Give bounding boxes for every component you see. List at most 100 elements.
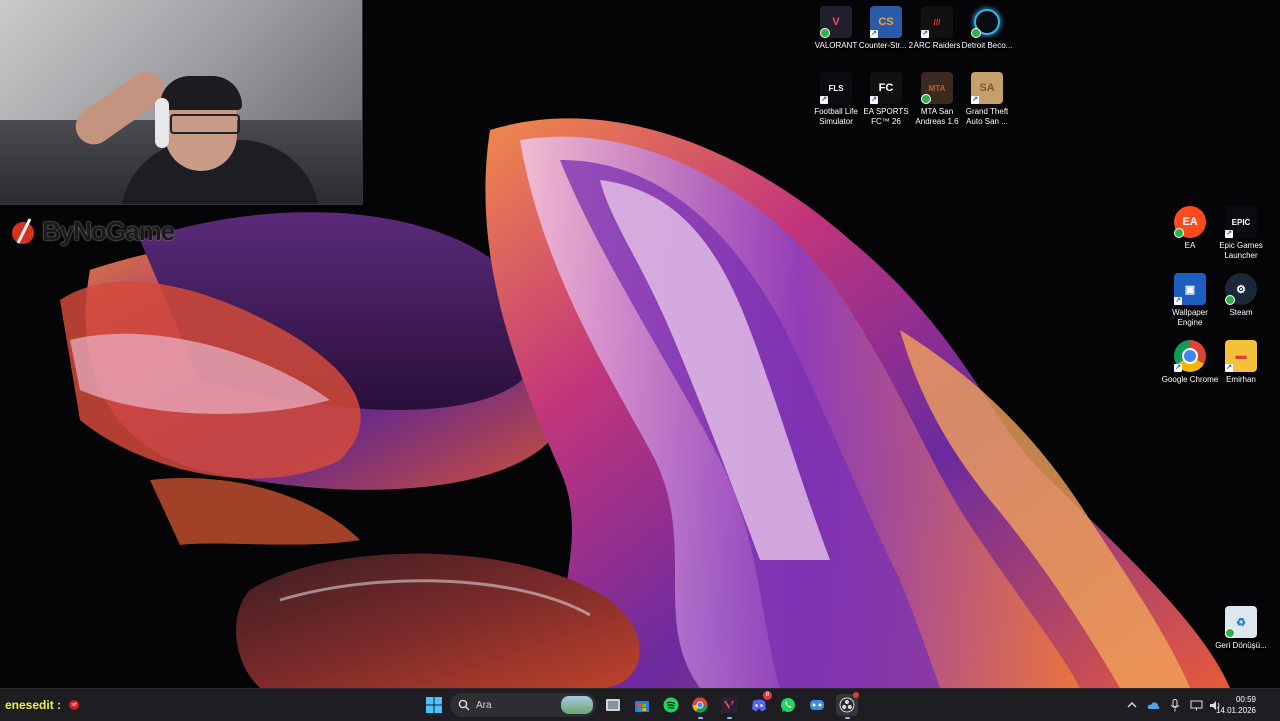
task-view-button[interactable] bbox=[602, 694, 624, 716]
cloud-icon bbox=[1147, 701, 1159, 709]
desktop-icon-label: Emirhan bbox=[1226, 375, 1256, 384]
detroit-icon bbox=[971, 6, 1003, 38]
desktop-icon-chrome[interactable]: ↗ Google Chrome bbox=[1162, 340, 1218, 385]
shortcut-arrow-icon: ↗ bbox=[1225, 364, 1233, 372]
bynogame-watermark: ByNoGame bbox=[10, 215, 175, 247]
shortcut-arrow-icon: ↗ bbox=[1225, 230, 1233, 238]
tray-overflow-button[interactable] bbox=[1126, 697, 1138, 713]
desktop-icon-ea[interactable]: EA EA bbox=[1164, 206, 1216, 251]
stream-user-badge: sıf bbox=[69, 700, 79, 710]
bynogame-logo-icon bbox=[12, 218, 34, 244]
desktop-icon-detroit[interactable]: Detroit Beco... bbox=[961, 6, 1013, 51]
network-tray-button[interactable] bbox=[1189, 697, 1203, 713]
taskbar-clock[interactable]: 00:59 14.01.2026 bbox=[1216, 694, 1256, 716]
ea-icon: EA bbox=[1174, 206, 1206, 238]
sync-status-icon bbox=[1174, 228, 1184, 238]
desktop-icon-folder[interactable]: ▬ ↗ Emirhan bbox=[1215, 340, 1267, 385]
microphone-icon bbox=[1170, 698, 1180, 711]
search-highlight-image bbox=[561, 696, 593, 714]
desktop-icon-ea-fc[interactable]: FC ↗ EA SPORTS FC™ 26 bbox=[860, 72, 912, 127]
search-placeholder: Ara bbox=[476, 699, 492, 711]
clock-time: 00:59 bbox=[1235, 695, 1256, 704]
desktop-icon-epic-games[interactable]: EPIC ↗ Epic Games Launcher bbox=[1215, 206, 1267, 261]
desktop-icon-label: Epic Games Launcher bbox=[1219, 241, 1263, 260]
whatsapp-button[interactable] bbox=[777, 694, 799, 716]
desktop-icon-football-life[interactable]: FLS ↗ Football Life Simulator bbox=[810, 72, 862, 127]
folder-icon: ▬ ↗ bbox=[1225, 340, 1257, 372]
gamepad-app-button[interactable] bbox=[806, 694, 828, 716]
chrome-taskbar-button[interactable] bbox=[689, 694, 711, 719]
sync-status-icon bbox=[971, 28, 981, 38]
desktop-icon-wallpaper-engine[interactable]: ▣ ↗ Wallpaper Engine bbox=[1164, 273, 1216, 328]
desktop-icon-steam[interactable]: ⚙ Steam bbox=[1215, 273, 1267, 318]
gta-icon: SA ↗ bbox=[971, 72, 1003, 104]
running-indicator bbox=[845, 717, 850, 719]
shortcut-arrow-icon: ↗ bbox=[921, 30, 929, 38]
desktop-icon-label: Steam bbox=[1229, 308, 1253, 317]
spotify-icon bbox=[663, 697, 679, 713]
start-button[interactable] bbox=[423, 694, 445, 716]
running-indicator bbox=[698, 717, 703, 719]
steam-icon: ⚙ bbox=[1225, 273, 1257, 305]
search-icon bbox=[458, 699, 470, 711]
taskbar: enesedit : sıf Ara 8 00:59 14.01.2026 bbox=[0, 688, 1280, 721]
discord-notification-badge: 8 bbox=[763, 691, 772, 700]
desktop-icon-counter-strike[interactable]: CS ↗ Counter-Str... 2 bbox=[859, 6, 913, 51]
task-view-icon bbox=[606, 699, 620, 711]
counter-strike-icon: CS ↗ bbox=[870, 6, 902, 38]
discord-icon bbox=[752, 699, 766, 712]
obs-recording-dot bbox=[853, 692, 859, 698]
store-icon bbox=[635, 701, 649, 712]
desktop-icon-recycle-bin[interactable]: ♻ Geri Dönüşü... bbox=[1215, 606, 1267, 651]
discord-button[interactable]: 8 bbox=[748, 691, 772, 716]
webcam-glasses bbox=[170, 114, 240, 134]
desktop-icon-label: Grand Theft Auto San ... bbox=[965, 107, 1009, 126]
sync-status-icon bbox=[921, 94, 931, 104]
taskbar-search[interactable]: Ara bbox=[450, 693, 596, 717]
shortcut-arrow-icon: ↗ bbox=[870, 96, 878, 104]
shortcut-arrow-icon: ↗ bbox=[1174, 297, 1182, 305]
onedrive-tray-button[interactable] bbox=[1146, 697, 1160, 713]
sync-status-icon bbox=[1225, 295, 1235, 305]
chrome-icon: ↗ bbox=[1174, 340, 1206, 372]
chrome-icon bbox=[692, 697, 708, 713]
valorant-taskbar-button[interactable] bbox=[718, 694, 740, 719]
webcam-person-cap bbox=[160, 76, 242, 110]
desktop-icon-label: Geri Dönüşü... bbox=[1215, 641, 1267, 650]
stream-user-label: enesedit : bbox=[5, 698, 62, 712]
windows-icon bbox=[426, 697, 442, 713]
obs-icon bbox=[839, 697, 855, 713]
bynogame-text: ByNoGame bbox=[42, 215, 175, 246]
epic-games-icon: EPIC ↗ bbox=[1225, 206, 1257, 238]
webcam-headset bbox=[155, 98, 169, 148]
webcam-overlay bbox=[0, 0, 363, 205]
football-life-icon: FLS ↗ bbox=[820, 72, 852, 104]
desktop-icon-gta[interactable]: SA ↗ Grand Theft Auto San ... bbox=[961, 72, 1013, 127]
valorant-icon: V bbox=[820, 6, 852, 38]
shortcut-arrow-icon: ↗ bbox=[971, 96, 979, 104]
spotify-button[interactable] bbox=[660, 694, 682, 716]
obs-button[interactable] bbox=[836, 692, 859, 719]
desktop-icon-mta[interactable]: MTA MTA San Andreas 1.6 bbox=[911, 72, 963, 127]
gamepad-icon bbox=[810, 700, 824, 710]
chevron-up-icon bbox=[1127, 702, 1137, 708]
network-icon bbox=[1190, 700, 1202, 710]
desktop-icon-label: Detroit Beco... bbox=[961, 41, 1013, 50]
running-indicator bbox=[727, 717, 732, 719]
mta-icon: MTA bbox=[921, 72, 953, 104]
shortcut-arrow-icon: ↗ bbox=[1174, 364, 1182, 372]
arc-raiders-icon: ///↗ bbox=[921, 6, 953, 38]
whatsapp-icon bbox=[781, 698, 795, 712]
recycle-bin-icon: ♻ bbox=[1225, 606, 1257, 638]
microphone-tray-button[interactable] bbox=[1168, 697, 1182, 713]
store-button[interactable] bbox=[631, 694, 653, 716]
valorant-icon bbox=[721, 697, 737, 713]
sync-status-icon bbox=[820, 28, 830, 38]
wallpaper-engine-icon: ▣ ↗ bbox=[1174, 273, 1206, 305]
ea-fc-icon: FC ↗ bbox=[870, 72, 902, 104]
desktop-icon-valorant[interactable]: V VALORANT bbox=[810, 6, 862, 51]
sync-status-icon bbox=[1225, 628, 1235, 638]
desktop-icon-arc-raiders[interactable]: ///↗ ARC Raiders bbox=[911, 6, 963, 51]
shortcut-arrow-icon: ↗ bbox=[870, 30, 878, 38]
shortcut-arrow-icon: ↗ bbox=[820, 96, 828, 104]
